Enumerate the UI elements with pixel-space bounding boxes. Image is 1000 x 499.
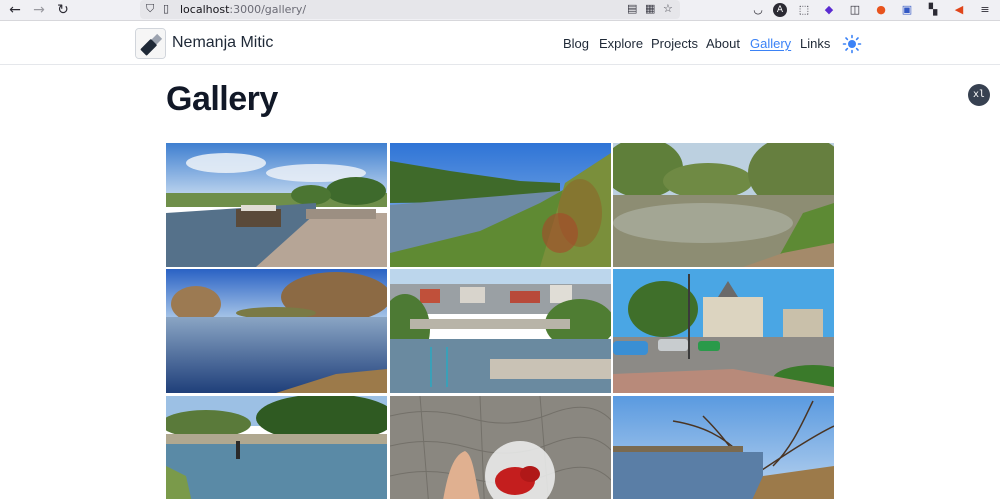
fisherman-river-photo[interactable] — [166, 396, 387, 499]
menu-icon[interactable]: ≡ — [978, 3, 992, 17]
ext-save-icon[interactable]: ▣ — [900, 3, 914, 17]
ext-megaphone-icon[interactable]: ◀ — [952, 3, 966, 17]
qr-icon[interactable]: ▦ — [645, 2, 655, 15]
back-icon[interactable]: ← — [5, 1, 25, 19]
extensions-icon[interactable]: ⬚ — [797, 3, 811, 17]
site-name[interactable]: Nemanja Mitic — [172, 34, 273, 52]
nav-explore[interactable]: Explore — [599, 36, 643, 51]
page-icon: ▯ — [163, 2, 170, 15]
town-square-photo[interactable] — [613, 269, 834, 393]
nav-projects[interactable]: Projects — [651, 36, 698, 51]
bookmark-star-icon[interactable]: ☆ — [663, 2, 673, 15]
nav-gallery[interactable]: Gallery — [750, 36, 791, 51]
browser-toolbar: ← → ↻ ⛉ ▯ localhost:3000/gallery/ ▤ ▦ ☆ … — [0, 0, 1000, 21]
url-host: localhost — [180, 3, 230, 16]
nav-links[interactable]: Links — [800, 36, 830, 51]
reader-icon[interactable]: ▤ — [627, 2, 637, 15]
peppers-bag-photo[interactable] — [390, 396, 611, 499]
ext-purple-icon[interactable]: ◆ — [822, 3, 836, 17]
pocket-icon[interactable]: ◡ — [751, 3, 765, 17]
url-text[interactable]: localhost:3000/gallery/ — [180, 3, 306, 16]
account-icon[interactable]: A — [773, 3, 787, 17]
site-logo[interactable] — [135, 28, 166, 59]
nav-about[interactable]: About — [706, 36, 740, 51]
forward-icon[interactable]: → — [29, 1, 49, 19]
site-header: Nemanja Mitic Blog Explore Projects Abou… — [0, 22, 1000, 65]
town-river-photo[interactable] — [390, 269, 611, 393]
river-boat-photo[interactable] — [166, 143, 387, 267]
url-bar[interactable]: ⛉ ▯ localhost:3000/gallery/ ▤ ▦ ☆ — [140, 0, 680, 19]
ext-picture-icon[interactable]: ◫ — [848, 3, 862, 17]
ext-orange-icon[interactable]: ● — [874, 3, 888, 17]
winter-river-photo[interactable] — [613, 396, 834, 499]
sun-icon — [842, 34, 862, 54]
url-path: :3000/gallery/ — [229, 3, 307, 16]
usb-stick-icon — [136, 29, 165, 58]
theme-toggle-button[interactable] — [842, 34, 862, 54]
shield-icon[interactable]: ⛉ — [146, 2, 154, 16]
page-title: Gallery — [166, 80, 278, 118]
river-trees-photo[interactable] — [613, 143, 834, 267]
breakpoint-badge: xl — [968, 84, 990, 106]
river-bare-trees-photo[interactable] — [166, 269, 387, 393]
reload-icon[interactable]: ↻ — [53, 1, 73, 19]
ext-grid-icon[interactable]: ▚ — [926, 3, 940, 17]
nav-blog[interactable]: Blog — [563, 36, 589, 51]
river-bank-photo[interactable] — [390, 143, 611, 267]
